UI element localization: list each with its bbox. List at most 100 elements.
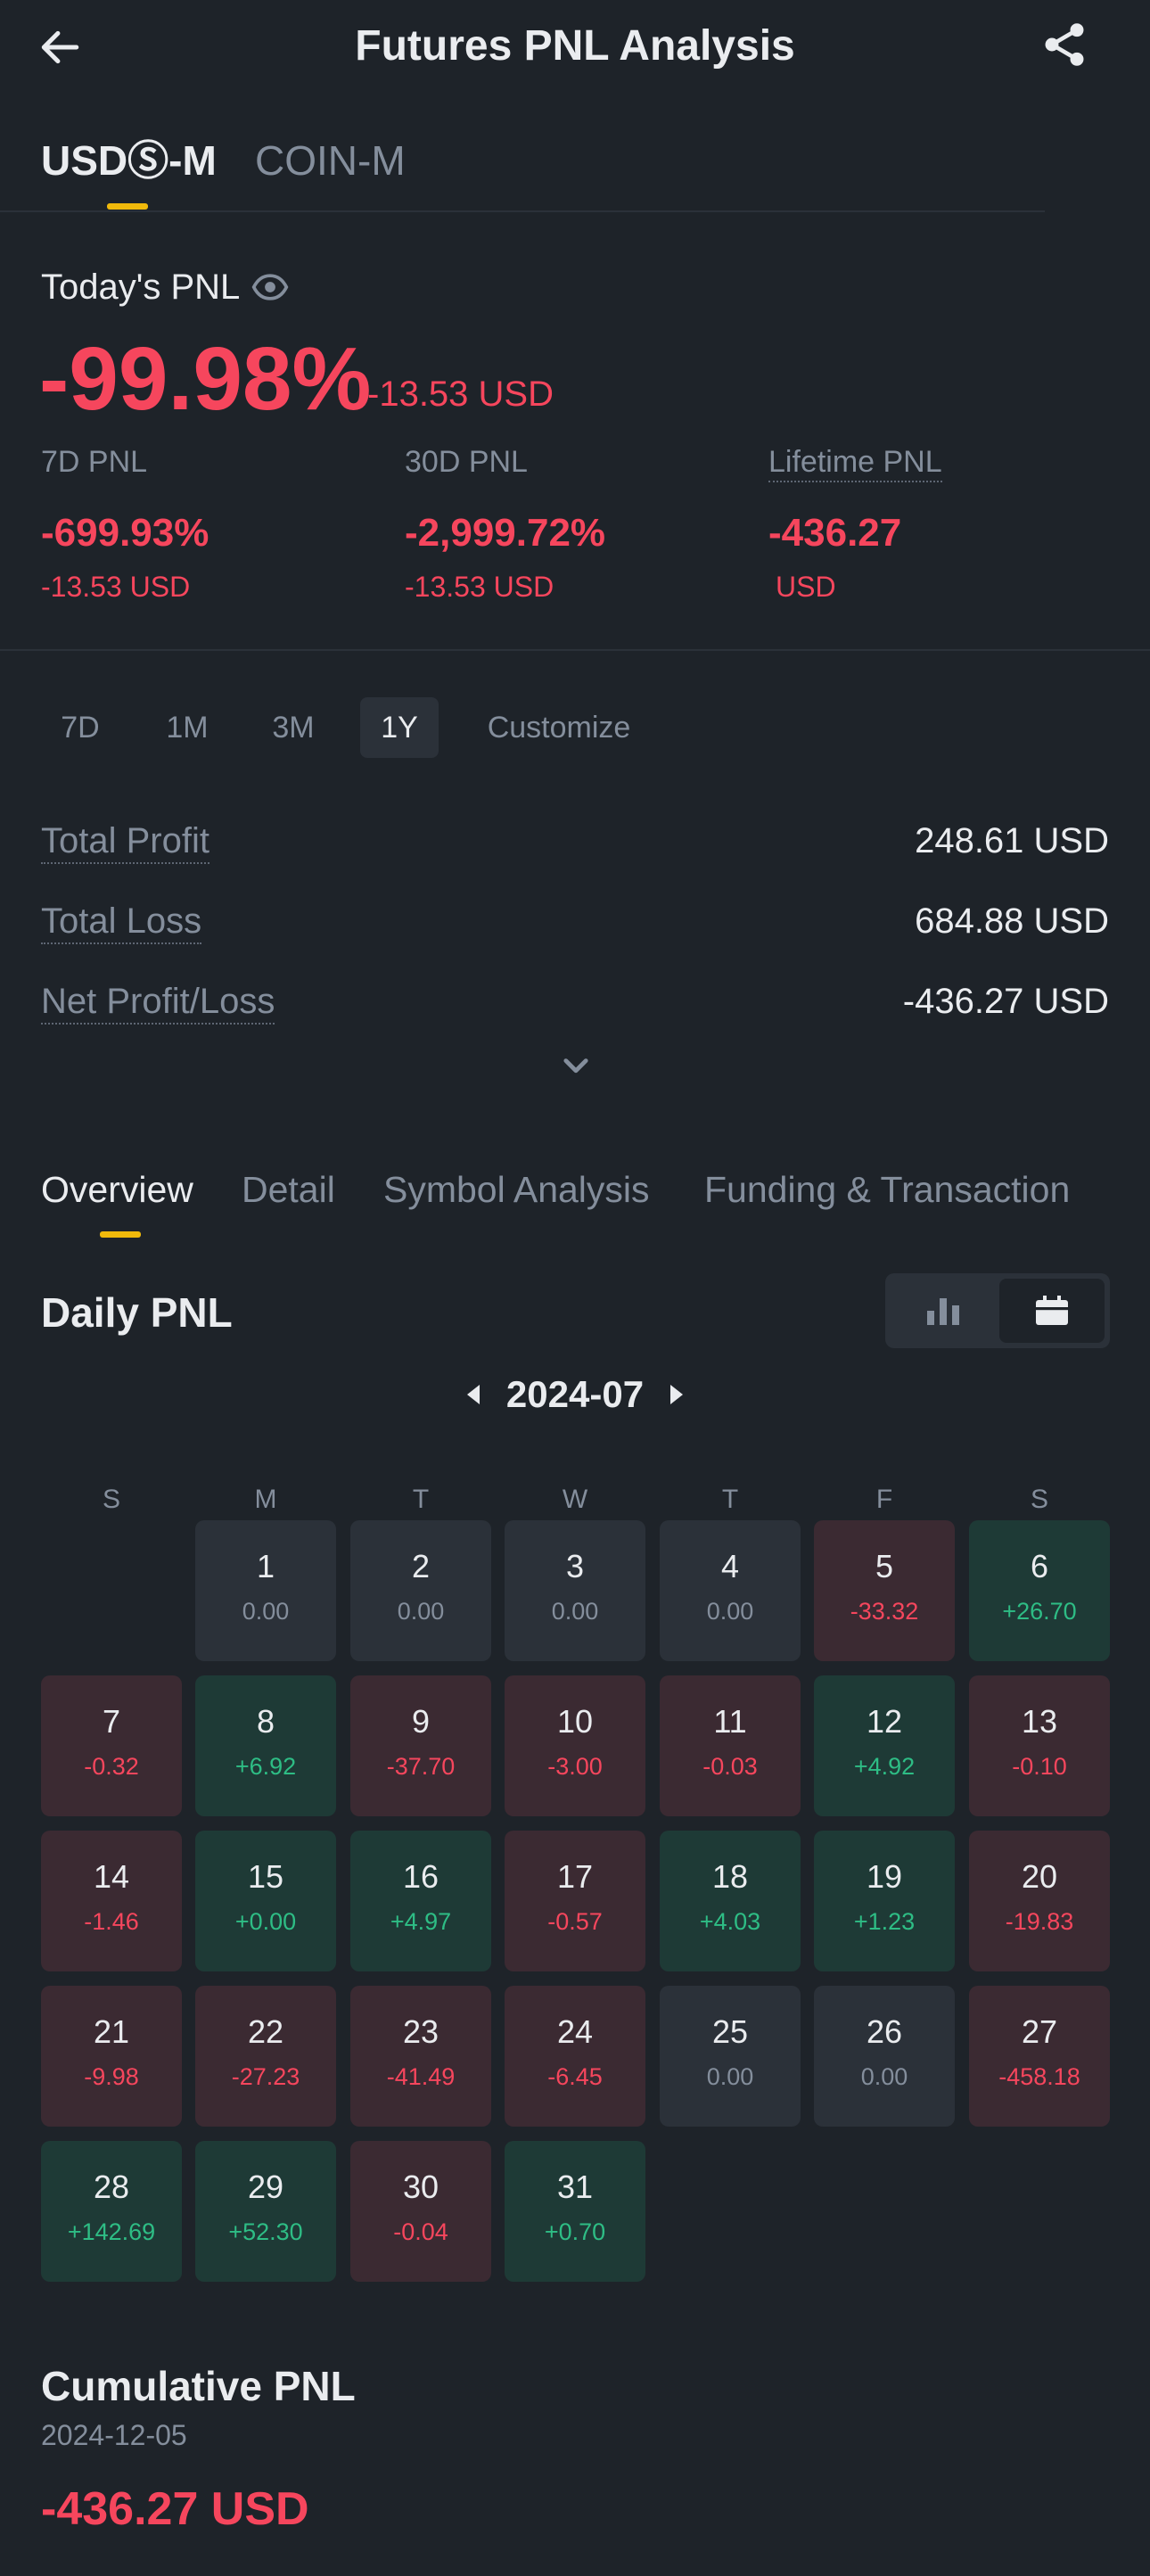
calendar-day-cell[interactable]: 8 +6.92 [195,1675,336,1816]
calendar-day-cell[interactable]: 5 -33.32 [814,1520,955,1661]
weekday-label: T [412,1485,430,1514]
tab-funding-transaction[interactable]: Funding & Transaction [704,1165,1070,1214]
calendar-day-cell[interactable]: 16 +4.97 [350,1831,491,1971]
total-loss-label[interactable]: Total Loss [41,901,202,944]
calendar-day-cell[interactable]: 4 0.00 [660,1520,801,1661]
calendar-day-cell[interactable]: 24 -6.45 [505,1986,645,2127]
active-tab-indicator [100,1231,141,1238]
day-pnl-value: +4.92 [853,1753,916,1780]
net-pnl-value: -436.27 USD [902,982,1109,1021]
day-number: 3 [565,1548,585,1584]
calendar-day-cell[interactable]: 15 +0.00 [195,1831,336,1971]
calendar-day-cell[interactable]: 1 0.00 [195,1520,336,1661]
pnl-7d-value: -699.93% [41,511,209,555]
day-pnl-value: -41.49 [386,2063,456,2090]
calendar-day-cell[interactable]: 17 -0.57 [505,1831,645,1971]
pnl-30d-label: 30D PNL [405,445,528,479]
day-pnl-value: -0.04 [393,2218,448,2245]
calendar-day-cell[interactable]: 27 -458.18 [969,1986,1110,2127]
day-pnl-value: 0.00 [397,1598,445,1625]
calendar-day-cell[interactable]: 23 -41.49 [350,1986,491,2127]
prev-month-icon[interactable] [466,1385,480,1404]
page-title: Futures PNL Analysis [355,22,795,70]
pnl-7d-usd: -13.53 USD [41,571,191,603]
weekday-label: S [1030,1485,1048,1514]
eye-icon[interactable] [251,267,290,307]
total-loss-value: 684.88 USD [915,901,1109,941]
day-pnl-value: -0.03 [702,1753,758,1780]
calendar-day-cell[interactable]: 9 -37.70 [350,1675,491,1816]
day-number: 28 [93,2169,130,2205]
day-number: 7 [102,1703,121,1740]
day-number: 4 [720,1548,740,1584]
cumulative-pnl-title: Cumulative PNL [41,2363,356,2409]
pnl-7d-label: 7D PNL [41,445,148,479]
calendar-day-cell[interactable]: 26 0.00 [814,1986,955,2127]
share-icon[interactable] [1039,20,1089,70]
calendar-day-cell[interactable]: 13 -0.10 [969,1675,1110,1816]
calendar-day-cell[interactable]: 29 +52.30 [195,2141,336,2282]
calendar-day-cell[interactable]: 30 -0.04 [350,2141,491,2282]
calendar-day-cell[interactable]: 22 -27.23 [195,1986,336,2127]
day-pnl-value: 0.00 [551,1598,599,1625]
total-profit-label[interactable]: Total Profit [41,821,209,864]
cumulative-pnl-value: -436.27 USD [41,2483,309,2535]
day-number: 21 [93,2013,130,2050]
day-pnl-value: -0.57 [547,1908,603,1935]
calendar-view-button[interactable] [999,1279,1105,1343]
day-pnl-value: +0.70 [544,2218,606,2245]
calendar-day-cell[interactable]: 10 -3.00 [505,1675,645,1816]
calendar-day-cell[interactable]: 12 +4.92 [814,1675,955,1816]
day-pnl-value: -27.23 [231,2063,300,2090]
todays-pnl-usd: -13.53 USD [367,374,554,414]
tab-overview[interactable]: Overview [41,1165,193,1214]
calendar-day-cell[interactable]: 14 -1.46 [41,1831,182,1971]
tab-symbol-analysis[interactable]: Symbol Analysis [383,1165,650,1214]
period-tab-7d[interactable]: 7D [41,697,119,758]
calendar-day-cell[interactable]: 3 0.00 [505,1520,645,1661]
period-tab-3m[interactable]: 3M [254,697,333,758]
day-number: 30 [402,2169,439,2205]
day-pnl-value: 0.00 [706,1598,754,1625]
daily-pnl-title: Daily PNL [41,1289,233,1336]
day-number: 18 [711,1858,749,1895]
day-pnl-value: +6.92 [234,1753,297,1780]
day-number: 6 [1030,1548,1049,1584]
calendar-day-cell[interactable]: 28 +142.69 [41,2141,182,2282]
day-number: 2 [411,1548,431,1584]
calendar-day-cell[interactable]: 31 +0.70 [505,2141,645,2282]
chevron-down-icon[interactable] [558,1052,594,1081]
period-tab-1m[interactable]: 1M [148,697,226,758]
calendar-day-cell[interactable]: 20 -19.83 [969,1831,1110,1971]
todays-pnl-header: Today's PNL [41,264,290,310]
day-number: 16 [402,1858,439,1895]
tab-coin-m[interactable]: COIN-M [255,134,406,187]
tab-usds-m[interactable]: USDⓈ-M [41,134,217,187]
calendar-day-cell[interactable]: 11 -0.03 [660,1675,801,1816]
net-pnl-label[interactable]: Net Profit/Loss [41,982,275,1025]
day-number: 19 [866,1858,903,1895]
day-number: 13 [1021,1703,1058,1740]
calendar-day-cell[interactable]: 25 0.00 [660,1986,801,2127]
calendar-day-cell[interactable]: 6 +26.70 [969,1520,1110,1661]
calendar-day-cell[interactable]: 2 0.00 [350,1520,491,1661]
day-number: 22 [247,2013,284,2050]
next-month-icon[interactable] [670,1385,684,1404]
day-pnl-value: 0.00 [860,2063,908,2090]
day-number: 29 [247,2169,284,2205]
day-number: 12 [866,1703,903,1740]
tab-detail[interactable]: Detail [242,1165,335,1214]
lifetime-pnl-label[interactable]: Lifetime PNL [768,445,942,482]
calendar-day-cell[interactable]: 7 -0.32 [41,1675,182,1816]
day-pnl-value: -0.10 [1012,1753,1067,1780]
calendar-day-cell[interactable]: 19 +1.23 [814,1831,955,1971]
calendar-day-cell[interactable]: 18 +4.03 [660,1831,801,1971]
day-pnl-value: -1.46 [84,1908,139,1935]
bar-chart-view-button[interactable] [891,1279,996,1343]
todays-pnl-percent: -99.98% [39,329,372,429]
period-tab-customize[interactable]: Customize [467,697,651,758]
period-tab-1y[interactable]: 1Y [360,697,439,758]
lifetime-pnl-value: -436.27 [768,511,902,555]
calendar-day-cell[interactable]: 21 -9.98 [41,1986,182,2127]
day-pnl-value: 0.00 [242,1598,290,1625]
